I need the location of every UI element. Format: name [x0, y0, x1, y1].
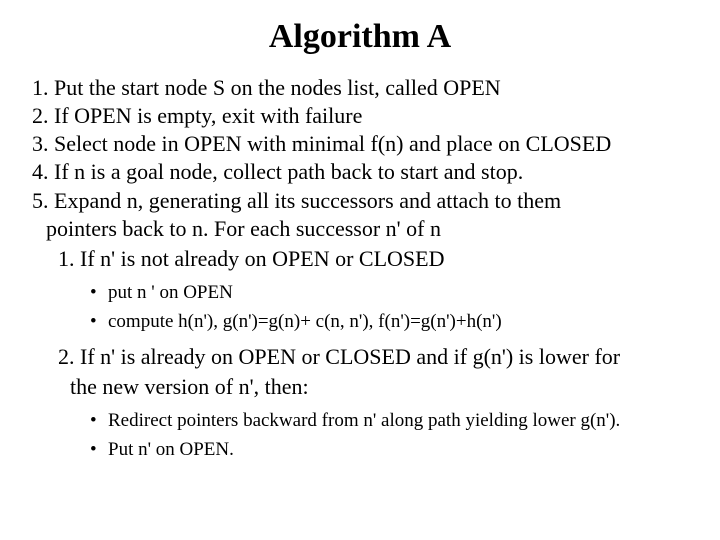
bullet-compute: compute h(n'), g(n')=g(n)+ c(n, n'), f(n… [90, 310, 688, 334]
step-1: 1. Put the start node S on the nodes lis… [32, 74, 688, 102]
slide-title: Algorithm A [32, 18, 688, 56]
slide: Algorithm A 1. Put the start node S on t… [0, 0, 720, 463]
step-5-sub-1-bullets: put n ' on OPEN compute h(n'), g(n')=g(n… [32, 281, 688, 335]
slide-body: 1. Put the start node S on the nodes lis… [32, 74, 688, 463]
step-5-line-2: pointers back to n. For each successor n… [32, 215, 688, 243]
step-4: 4. If n is a goal node, collect path bac… [32, 158, 688, 186]
step-5-sub-1: 1. If n' is not already on OPEN or CLOSE… [32, 245, 688, 273]
bullet-redirect-pointers: Redirect pointers backward from n' along… [90, 409, 688, 433]
step-5-sub-2-line-2: the new version of n', then: [32, 373, 688, 401]
step-5-line-1: 5. Expand n, generating all its successo… [32, 187, 688, 215]
step-5-sub-2-bullets: Redirect pointers backward from n' along… [32, 409, 688, 463]
step-5-sub-2-line-1: 2. If n' is already on OPEN or CLOSED an… [32, 343, 688, 371]
bullet-put-nprime-open: Put n' on OPEN. [90, 438, 688, 462]
step-2: 2. If OPEN is empty, exit with failure [32, 102, 688, 130]
bullet-put-on-open: put n ' on OPEN [90, 281, 688, 305]
step-3: 3. Select node in OPEN with minimal f(n)… [32, 130, 688, 158]
